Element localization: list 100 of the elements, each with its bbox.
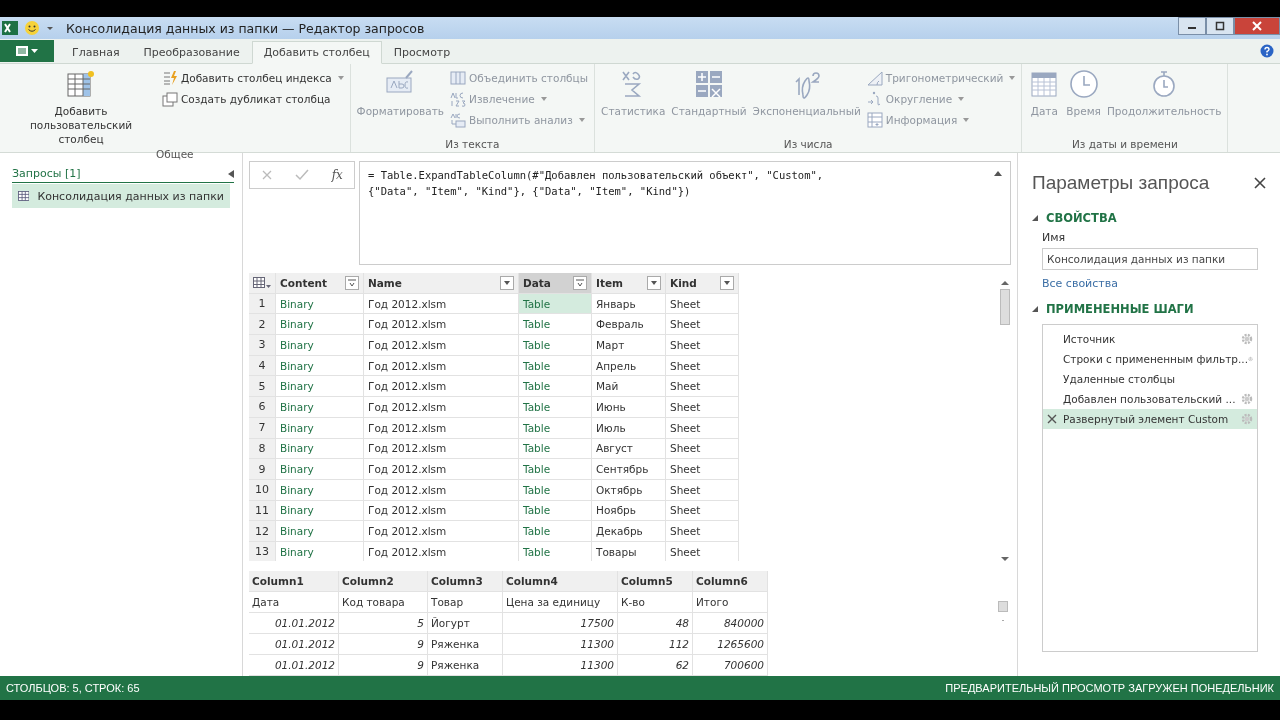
ribbon-button[interactable]: Добавить пользовательский столбец bbox=[4, 66, 158, 148]
column-header: Column3 bbox=[428, 571, 503, 592]
table-cell: Sheet bbox=[666, 397, 739, 418]
table-cell: Октябрь bbox=[592, 479, 666, 501]
table-cell: Цена за единицу bbox=[503, 592, 618, 613]
ribbon-tab[interactable]: Добавить столбец bbox=[251, 41, 382, 64]
applied-step[interactable]: Удаленные столбцы bbox=[1043, 369, 1257, 389]
table-cell: Год 2012.xlsm bbox=[364, 500, 519, 522]
table-cell: 01.01.2012 bbox=[249, 634, 339, 655]
table-cell: Binary bbox=[276, 376, 364, 398]
applied-step[interactable]: Добавлен пользовательский ... bbox=[1043, 389, 1257, 409]
table-cell: Год 2012.xlsm bbox=[364, 541, 519, 561]
section-heading: ПРИМЕНЕННЫЕ ШАГИ bbox=[1046, 302, 1194, 316]
table-cell: 112 bbox=[618, 634, 693, 655]
table-cell: Товары bbox=[592, 541, 666, 561]
ribbon-button[interactable]: Создать дубликат столбца bbox=[160, 89, 346, 109]
table-cell: Binary bbox=[276, 355, 364, 377]
table-cell: Sheet bbox=[666, 479, 739, 501]
table-cell: Февраль bbox=[592, 314, 666, 336]
column-header: Column5 bbox=[618, 571, 693, 592]
group-label: Из даты и времени bbox=[1071, 138, 1179, 152]
table-cell: Август bbox=[592, 438, 666, 460]
column-header[interactable]: Content bbox=[276, 273, 364, 294]
applied-step[interactable]: Развернутый элемент Custom bbox=[1043, 409, 1257, 429]
table-cell: Table bbox=[519, 335, 592, 356]
status-text: СТОЛБЦОВ: 5, СТРОК: 65 bbox=[6, 682, 140, 694]
table-cell: Table bbox=[519, 438, 592, 460]
table-cell: Июль bbox=[592, 417, 666, 439]
ribbon-tab[interactable]: Главная bbox=[60, 41, 132, 63]
table-cell: Май bbox=[592, 376, 666, 398]
column-header: Column4 bbox=[503, 571, 618, 592]
column-header[interactable]: Name bbox=[364, 273, 519, 294]
column-header: Column2 bbox=[339, 571, 428, 592]
table-cell: Binary bbox=[276, 417, 364, 439]
column-header[interactable]: Kind bbox=[666, 273, 739, 294]
name-field[interactable]: Консолидация данных из папки bbox=[1042, 248, 1258, 270]
applied-step[interactable]: Строки с примененным фильтр... bbox=[1043, 349, 1257, 369]
row-number: 1 bbox=[249, 293, 276, 315]
table-cell: Sheet bbox=[666, 376, 739, 398]
table-cell: Sheet bbox=[666, 521, 739, 542]
table-cell: К-во bbox=[618, 592, 693, 613]
column-header[interactable]: Data bbox=[519, 273, 592, 294]
table-cell: Год 2012.xlsm bbox=[364, 459, 519, 480]
row-number: 12 bbox=[249, 521, 276, 542]
table-cell: Июнь bbox=[592, 397, 666, 418]
table-cell: Год 2012.xlsm bbox=[364, 314, 519, 336]
table-cell: Год 2012.xlsm bbox=[364, 376, 519, 398]
table-cell: 840000 bbox=[693, 613, 768, 634]
table-cell: 17500 bbox=[503, 613, 618, 634]
table-cell: Sheet bbox=[666, 438, 739, 460]
panel-title: Параметры запроса bbox=[1032, 172, 1210, 194]
row-number: 7 bbox=[249, 417, 276, 439]
table-cell: Table bbox=[519, 500, 592, 522]
all-properties-link[interactable]: Все свойства bbox=[1042, 277, 1118, 290]
table-cell: Sheet bbox=[666, 355, 739, 377]
table-cell: Sheet bbox=[666, 417, 739, 439]
row-number: 9 bbox=[249, 459, 276, 480]
window-title: Консолидация данных из папки — Редактор запросов bbox=[66, 20, 425, 36]
table-cell: Sheet bbox=[666, 293, 739, 315]
table-cell: Год 2012.xlsm bbox=[364, 335, 519, 356]
table-cell: Table bbox=[519, 459, 592, 480]
formula-field[interactable]: = Table.ExpandTableColumn(#"Добавлен пользовательский объект", "Custom", {"Data", "Item", "Kind"}, {"Data", "Item", "Kind"}) bbox=[359, 161, 1011, 265]
table-cell: Sheet bbox=[666, 314, 739, 336]
column-header: Column6 bbox=[693, 571, 768, 592]
table-cell: Sheet bbox=[666, 541, 739, 561]
table-cell: Год 2012.xlsm bbox=[364, 521, 519, 542]
applied-step[interactable]: Источник bbox=[1043, 329, 1257, 349]
table-cell: Binary bbox=[276, 459, 364, 480]
table-cell: Binary bbox=[276, 541, 364, 561]
table-cell: Ноябрь bbox=[592, 500, 666, 522]
queries-title: Запросы [1] bbox=[12, 167, 81, 180]
column-header: Column1 bbox=[249, 571, 339, 592]
table-cell: Binary bbox=[276, 314, 364, 336]
status-text: ПРЕДВАРИТЕЛЬНЫЙ ПРОСМОТР ЗАГРУЖЕН ПОНЕДЕЛЬНИК bbox=[945, 682, 1274, 694]
group-label: Общее bbox=[155, 148, 195, 162]
table-cell: Binary bbox=[276, 479, 364, 501]
table-cell: Итого bbox=[693, 592, 768, 613]
table-cell: Январь bbox=[592, 293, 666, 315]
table-cell: Table bbox=[519, 479, 592, 501]
ribbon-tab[interactable]: Преобразование bbox=[131, 41, 252, 63]
table-cell: Дата bbox=[249, 592, 339, 613]
table-cell: Апрель bbox=[592, 355, 666, 377]
table-cell: Сентябрь bbox=[592, 459, 666, 480]
ribbon-tab[interactable]: Просмотр bbox=[381, 41, 463, 63]
column-header[interactable]: Item bbox=[592, 273, 666, 294]
table-cell: Товар bbox=[428, 592, 503, 613]
table-cell: Год 2012.xlsm bbox=[364, 355, 519, 377]
table-cell: 01.01.2012 bbox=[249, 613, 339, 634]
table-cell: Table bbox=[519, 417, 592, 439]
query-item[interactable]: Консолидация данных из папки bbox=[12, 184, 230, 208]
fx-button[interactable]: fx bbox=[331, 168, 343, 182]
table-cell: Год 2012.xlsm bbox=[364, 397, 519, 418]
table-cell: Binary bbox=[276, 500, 364, 522]
ribbon-button[interactable]: Добавить столбец индекса bbox=[160, 68, 346, 88]
group-label: Из числа bbox=[782, 138, 834, 152]
table-cell: Table bbox=[519, 376, 592, 398]
table-cell: Binary bbox=[276, 521, 364, 542]
table-cell: 5 bbox=[339, 613, 428, 634]
table-cell: Код товара bbox=[339, 592, 428, 613]
row-number: 10 bbox=[249, 479, 276, 501]
